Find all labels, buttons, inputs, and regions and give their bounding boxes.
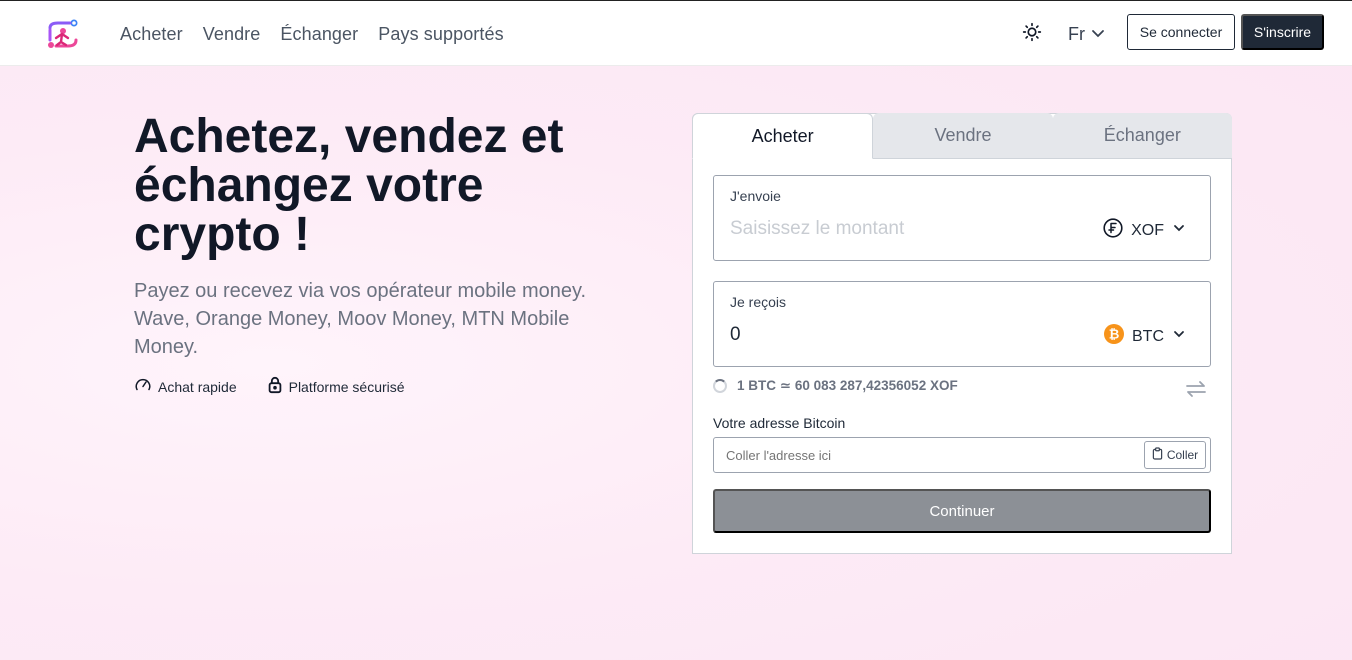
svg-text:₿: ₿: [1109, 328, 1120, 343]
exchange-rate: 1 BTC ≃ 60 083 287,42356052 XOF: [713, 378, 958, 394]
exchange-rate-text: 1 BTC ≃ 60 083 287,42356052 XOF: [737, 378, 958, 393]
bitcoin-icon: ₿: [1104, 324, 1124, 349]
swap-button[interactable]: [1185, 380, 1207, 403]
continue-button[interactable]: Continuer: [713, 489, 1211, 533]
tab-echanger[interactable]: Échanger: [1052, 113, 1232, 159]
language-label: Fr: [1068, 23, 1085, 44]
widget-tabs: Acheter Vendre Échanger: [692, 113, 1232, 159]
nav-link-pays-supportes[interactable]: Pays supportés: [378, 24, 503, 45]
swap-arrows-icon: [1185, 381, 1207, 402]
franc-icon: [1103, 218, 1123, 243]
feature-item-secure: Platforme sécurisé: [267, 376, 405, 397]
feature-label: Platforme sécurisé: [288, 378, 405, 395]
receive-currency-code: BTC: [1132, 327, 1164, 345]
exchange-widget: Acheter Vendre Échanger J'envoie Saisiss…: [692, 113, 1232, 554]
send-amount-field[interactable]: J'envoie Saisissez le montant XOF: [713, 175, 1211, 261]
login-button[interactable]: Se connecter: [1127, 14, 1235, 50]
tab-acheter[interactable]: Acheter: [692, 113, 874, 159]
chevron-down-icon: [1172, 221, 1186, 240]
signup-button[interactable]: S'inscrire: [1241, 14, 1324, 50]
lock-icon: [267, 376, 283, 397]
loading-spinner-icon: [713, 379, 727, 393]
clipboard-icon: [1152, 447, 1163, 463]
receive-amount-value: 0: [730, 324, 741, 345]
nav-link-acheter[interactable]: Acheter: [120, 24, 183, 45]
tab-vendre[interactable]: Vendre: [873, 113, 1053, 159]
feature-item-fast: Achat rapide: [134, 376, 237, 397]
receive-currency-select[interactable]: ₿ BTC: [1104, 324, 1186, 349]
send-label: J'envoie: [730, 188, 781, 204]
hero-title: Achetez, vendez et échangez votre crypto…: [134, 110, 564, 261]
theme-toggle-button[interactable]: [1018, 21, 1046, 47]
top-navbar: Acheter Vendre Échanger Pays supportés F…: [0, 0, 1352, 66]
receive-amount-field[interactable]: Je reçois 0 ₿ BTC: [713, 281, 1211, 367]
feature-label: Achat rapide: [158, 378, 237, 395]
send-currency-select[interactable]: XOF: [1103, 218, 1186, 243]
paste-label: Coller: [1166, 448, 1199, 462]
language-selector[interactable]: Fr: [1068, 21, 1105, 47]
main-nav: Acheter Vendre Échanger Pays supportés: [120, 1, 504, 67]
site-logo[interactable]: [46, 18, 80, 50]
speedometer-icon: [134, 376, 152, 397]
send-currency-code: XOF: [1131, 221, 1164, 239]
hero-subtitle: Payez ou recevez via vos opérateur mobil…: [134, 280, 587, 358]
paste-button[interactable]: Coller: [1144, 441, 1206, 469]
address-label: Votre adresse Bitcoin: [713, 415, 846, 431]
send-amount-input[interactable]: Saisissez le montant: [730, 218, 904, 240]
feature-list: Achat rapide Platforme sécurisé: [134, 376, 405, 397]
address-field: Coller: [713, 437, 1211, 473]
nav-link-echanger[interactable]: Échanger: [280, 24, 358, 45]
receive-label: Je reçois: [730, 294, 787, 310]
nav-link-vendre[interactable]: Vendre: [203, 24, 261, 45]
sun-icon: [1022, 22, 1042, 47]
chevron-down-icon: [1091, 24, 1105, 45]
address-input[interactable]: [726, 448, 1126, 463]
chevron-down-icon: [1172, 327, 1186, 346]
